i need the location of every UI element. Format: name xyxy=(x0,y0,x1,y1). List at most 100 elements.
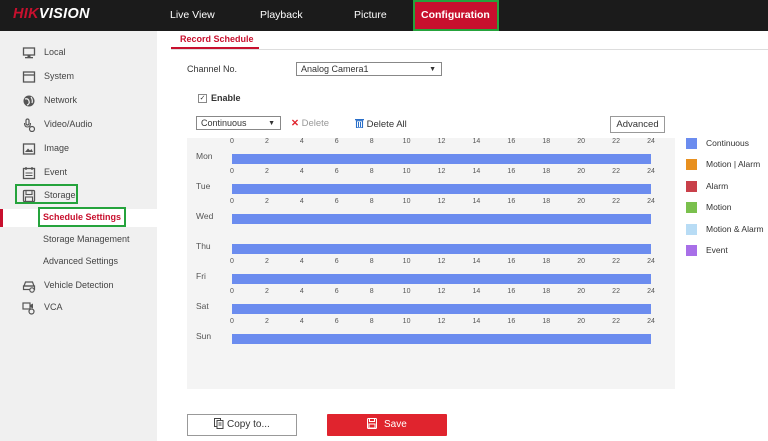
schedule-row-tue[interactable]: 0 2 4 6 8 10 12 14 16 18 20 22 24 Tue xyxy=(187,168,675,198)
hour-tick-label: 8 xyxy=(369,138,374,145)
globe-icon xyxy=(23,95,35,107)
hour-tick-label: 22 xyxy=(612,318,620,325)
schedule-row-fri[interactable]: 0 2 4 6 8 10 12 14 16 18 20 22 24 Fri xyxy=(187,258,675,288)
schedule-bar-continuous[interactable] xyxy=(232,214,651,224)
sidebar-item-video-audio[interactable]: Video/Audio xyxy=(0,115,157,135)
system-icon xyxy=(22,71,36,83)
schedule-grid[interactable]: 0 2 4 6 8 10 12 14 16 18 20 22 24 Mon 0 2 4 6 8 10 12 14 16 18 2… xyxy=(187,138,675,389)
sidebar-item-label: Event xyxy=(44,167,68,177)
hour-tick-label: 2 xyxy=(264,138,269,145)
hour-tick-label: 6 xyxy=(334,258,339,265)
hour-tick-label: 24 xyxy=(647,258,655,265)
record-type-select[interactable]: Continuous ▼ xyxy=(196,116,281,130)
legend-item[interactable]: Motion | Alarm xyxy=(686,158,768,172)
enable-checkbox[interactable]: ✓ xyxy=(198,94,207,103)
schedule-bar-continuous[interactable] xyxy=(232,244,651,254)
nav-live-view[interactable]: Live View xyxy=(170,0,215,31)
sidebar-item-label: Image xyxy=(44,143,70,153)
legend-swatch xyxy=(686,138,697,149)
legend-swatch xyxy=(686,202,697,213)
day-label: Thu xyxy=(196,241,211,251)
vehicle-detection-icon xyxy=(22,281,36,293)
legend-item[interactable]: Motion xyxy=(686,201,768,215)
hour-tick-label: 18 xyxy=(542,288,551,295)
sidebar-item-label: Network xyxy=(44,95,78,105)
hour-tick-label: 14 xyxy=(472,138,481,145)
video-audio-icon xyxy=(23,118,36,132)
advanced-button[interactable]: Advanced xyxy=(610,116,665,133)
hour-tick-label: 10 xyxy=(402,138,411,145)
schedule-bar-continuous[interactable] xyxy=(232,274,651,284)
sidebar-subitem-storage-management[interactable]: Storage Management xyxy=(0,231,157,249)
delete-button[interactable]: ✕ Delete xyxy=(291,118,329,129)
vca-icon xyxy=(22,302,35,315)
hour-tick-label: 14 xyxy=(472,288,481,295)
hour-tick-label: 18 xyxy=(542,168,551,175)
legend-label: Motion | Alarm xyxy=(706,159,761,169)
hour-tick-label: 22 xyxy=(612,288,620,295)
sidebar-subitem-advanced-settings[interactable]: Advanced Settings xyxy=(0,253,157,271)
hour-tick-label: 14 xyxy=(472,198,481,205)
record-type-value: Continuous xyxy=(201,118,247,128)
hour-tick-label: 4 xyxy=(299,198,304,205)
hour-tick-label: 24 xyxy=(647,138,655,145)
sidebar-item-local[interactable]: Local xyxy=(0,43,157,63)
hour-tick-label: 12 xyxy=(437,318,446,325)
legend-swatch xyxy=(686,159,697,170)
save-label: Save xyxy=(383,419,407,430)
schedule-bar-continuous[interactable] xyxy=(232,184,651,194)
schedule-row-sat[interactable]: 0 2 4 6 8 10 12 14 16 18 20 22 24 Sat xyxy=(187,288,675,318)
nav-configuration[interactable]: Configuration xyxy=(413,0,499,31)
hour-tick-label: 8 xyxy=(369,258,374,265)
sidebar-item-vehicle-detection[interactable]: Vehicle Detection xyxy=(0,276,157,296)
day-label: Mon xyxy=(196,151,213,161)
hikvision-logo: HIKVISION xyxy=(13,6,90,22)
hour-tick-label: 20 xyxy=(577,198,586,205)
hour-tick-label: 18 xyxy=(542,318,551,325)
hour-tick-label: 6 xyxy=(334,318,339,325)
storage-highlight-box xyxy=(15,184,78,204)
legend-item[interactable]: Motion & Alarm xyxy=(686,223,768,237)
schedule-bar-continuous[interactable] xyxy=(232,304,651,314)
schedule-row-thu[interactable]: Thu xyxy=(187,228,675,258)
schedule-bar-continuous[interactable] xyxy=(232,154,651,164)
schedule-settings-highlight-box xyxy=(38,207,126,227)
schedule-bar-continuous[interactable] xyxy=(232,334,651,344)
schedule-row-mon[interactable]: 0 2 4 6 8 10 12 14 16 18 20 22 24 Mon xyxy=(187,138,675,168)
delete-all-button[interactable]: Delete All xyxy=(355,118,407,130)
nav-playback[interactable]: Playback xyxy=(260,0,303,31)
sidebar-item-image[interactable]: Image xyxy=(0,139,157,159)
calendar-icon xyxy=(22,167,36,180)
channel-select[interactable]: Analog Camera1 ▼ xyxy=(296,62,442,76)
image-icon xyxy=(22,143,36,155)
dropdown-arrow-icon: ▼ xyxy=(429,66,436,73)
dropdown-arrow-icon: ▼ xyxy=(268,120,275,127)
hour-tick-label: 4 xyxy=(299,258,304,265)
save-disk-icon xyxy=(367,418,378,429)
hour-tick-label: 14 xyxy=(472,318,481,325)
hour-tick-label: 16 xyxy=(507,288,516,295)
legend-item[interactable]: Continuous xyxy=(686,137,768,151)
sidebar-item-label: VCA xyxy=(44,302,63,312)
sidebar-item-system[interactable]: System xyxy=(0,67,157,87)
schedule-row-wed[interactable]: 0 2 4 6 8 10 12 14 16 18 20 22 24 Wed xyxy=(187,198,675,228)
sidebar-item-event[interactable]: Event xyxy=(0,163,157,183)
hour-tick-label: 2 xyxy=(264,168,269,175)
legend-item[interactable]: Event xyxy=(686,244,768,258)
copy-to-button[interactable]: Copy to... xyxy=(187,414,297,436)
hour-tick-label: 16 xyxy=(507,258,516,265)
save-button[interactable]: Save xyxy=(327,414,447,436)
nav-picture[interactable]: Picture xyxy=(354,0,387,31)
legend-label: Alarm xyxy=(706,181,729,191)
sidebar-item-label: Vehicle Detection xyxy=(44,280,114,290)
sidebar-item-network[interactable]: Network xyxy=(0,91,157,111)
sidebar-item-vca[interactable]: VCA xyxy=(0,298,157,318)
hour-tick-label: 2 xyxy=(264,198,269,205)
sidebar-item-label: Local xyxy=(44,47,66,57)
legend-item[interactable]: Alarm xyxy=(686,180,768,194)
hour-tick-label: 20 xyxy=(577,318,586,325)
schedule-row-sun[interactable]: 0 2 4 6 8 10 12 14 16 18 20 22 24 Sun xyxy=(187,318,675,348)
hour-tick-label: 4 xyxy=(299,288,304,295)
hour-tick-label: 18 xyxy=(542,198,551,205)
delete-label: Delete xyxy=(301,118,330,129)
